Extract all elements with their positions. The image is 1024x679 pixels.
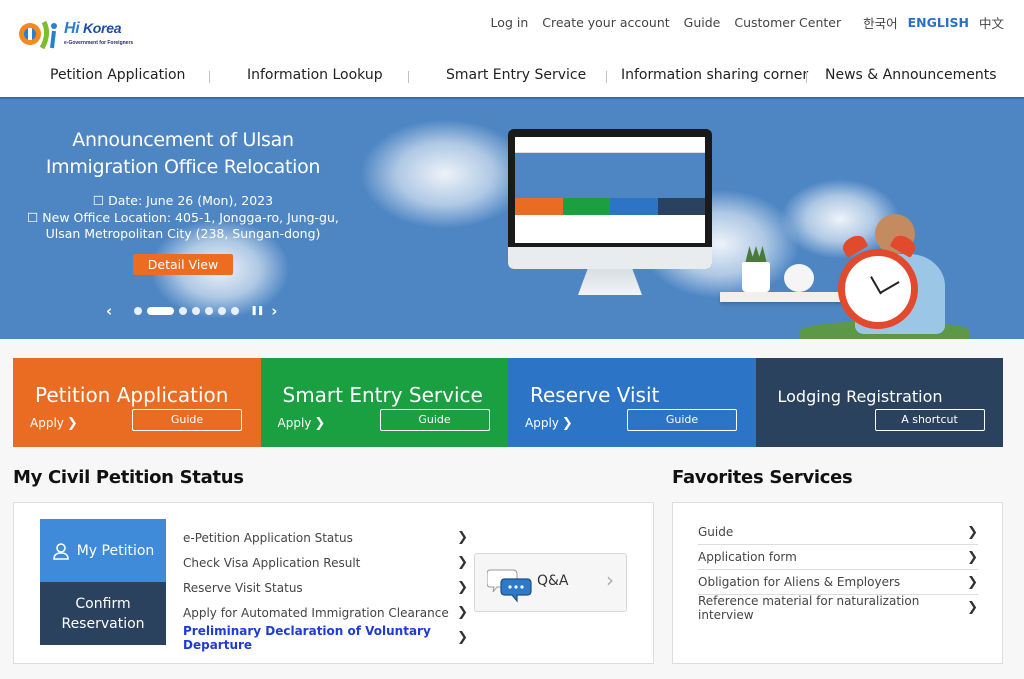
- list-item[interactable]: e-Petition Application Status ❯: [183, 525, 468, 550]
- list-item[interactable]: Reserve Visit Status ❯: [183, 575, 468, 600]
- carousel-dot[interactable]: [179, 307, 188, 315]
- hero-date: ☐ Date: June 26 (Mon), 2023: [92, 193, 274, 208]
- chevron-right-icon: ❯: [457, 605, 468, 620]
- nav-information-sharing[interactable]: Information sharing corner: [621, 67, 808, 83]
- apply-link[interactable]: Apply ❯: [278, 416, 326, 431]
- piggy-bank-illustration: [784, 264, 814, 292]
- guide-button[interactable]: Guide: [132, 409, 242, 431]
- logo-mark-icon: [19, 20, 57, 50]
- lang-korean[interactable]: 한국어: [863, 13, 898, 32]
- guide-button[interactable]: Guide: [379, 409, 490, 431]
- hero-text: Announcement of Ulsan Immigration Office…: [20, 127, 346, 275]
- chevron-right-icon: ❯: [967, 600, 978, 615]
- lang-chinese[interactable]: 中文: [979, 13, 1004, 32]
- favorites-list: Guide ❯ Application form ❯ Obligation for …: [698, 520, 978, 622]
- carousel-dot[interactable]: [231, 307, 240, 315]
- nav-divider: [408, 71, 409, 83]
- chevron-right-icon: ❯: [457, 555, 468, 570]
- site-header: Hi Korea e-Government for Foreigners Log…: [0, 0, 1024, 97]
- create-account-link[interactable]: Create your account: [542, 15, 669, 30]
- logo-tagline: e-Government for Foreigners: [64, 40, 134, 46]
- hero-banner: Announcement of Ulsan Immigration Office…: [0, 97, 1024, 339]
- list-item[interactable]: Obligation for Aliens & Employers ❯: [698, 570, 978, 595]
- shortcut-button[interactable]: A shortcut: [874, 409, 985, 431]
- tile-smart-entry-service: Smart Entry Service Apply ❯ Guide: [260, 358, 508, 447]
- confirm-reservation-button[interactable]: Confirm Reservation: [40, 582, 166, 645]
- login-link[interactable]: Log in: [491, 15, 529, 30]
- customer-center-link[interactable]: Customer Center: [734, 15, 841, 30]
- tile-title[interactable]: Lodging Registration: [778, 387, 943, 406]
- shelf-illustration: [720, 292, 845, 302]
- hero-location-cont: Ulsan Metropolitan City (238, Sungan-don…: [45, 226, 321, 241]
- tile-reserve-visit: Reserve Visit Apply ❯ Guide: [508, 358, 756, 447]
- tile-title[interactable]: Smart Entry Service: [283, 383, 483, 407]
- list-item[interactable]: Application form ❯: [698, 545, 978, 570]
- apply-link[interactable]: Apply ❯: [525, 416, 573, 431]
- nav-divider: [806, 71, 807, 83]
- nav-news-announcements[interactable]: News & Announcements: [825, 67, 997, 83]
- carousel-controls: ‹ ❚❚ ›: [106, 304, 277, 319]
- carousel-dot[interactable]: [218, 307, 227, 315]
- chevron-right-icon: ❯: [457, 630, 468, 645]
- list-item[interactable]: Check Visa Application Result ❯: [183, 550, 468, 575]
- tile-title[interactable]: Reserve Visit: [530, 383, 659, 407]
- chevron-right-icon: ❯: [967, 574, 978, 590]
- carousel-dot[interactable]: [205, 307, 214, 315]
- hikorea-logo[interactable]: Hi Korea e-Government for Foreigners: [18, 16, 133, 52]
- list-item[interactable]: Preliminary Declaration of Voluntary Dep…: [183, 624, 468, 652]
- petition-links-list: e-Petition Application Status ❯ Check Vis…: [183, 525, 468, 652]
- utility-nav: Log in Create your account Guide Custome…: [477, 13, 1004, 32]
- chevron-right-icon: ❯: [967, 524, 978, 540]
- hero-title: Announcement of Ulsan Immigration Office…: [45, 129, 321, 178]
- chevron-right-icon: ❯: [967, 549, 978, 565]
- nav-smart-entry-service[interactable]: Smart Entry Service: [446, 67, 586, 83]
- chevron-right-icon: ❯: [457, 530, 468, 545]
- carousel-dots: [134, 307, 244, 315]
- list-item[interactable]: Guide ❯: [698, 520, 978, 545]
- list-item[interactable]: Apply for Automated Immigration Clearanc…: [183, 600, 468, 625]
- detail-view-button[interactable]: Detail View: [132, 253, 234, 275]
- logo-text: Hi Korea: [64, 20, 122, 37]
- carousel-dot[interactable]: [147, 307, 175, 315]
- tile-petition-application: Petition Application Apply ❯ Guide: [13, 358, 261, 447]
- qa-button[interactable]: Q&A ›: [474, 553, 627, 612]
- tile-title[interactable]: Petition Application: [35, 383, 228, 407]
- chevron-right-icon: ❯: [457, 580, 468, 595]
- quick-service-tiles: Petition Application Apply ❯ Guide Smart …: [13, 358, 1003, 447]
- guide-button[interactable]: Guide: [627, 409, 737, 431]
- nav-divider: [606, 71, 607, 83]
- favorites-title: Favorites Services: [672, 467, 853, 488]
- carousel-dot[interactable]: [192, 307, 201, 315]
- monitor-illustration: [508, 129, 712, 301]
- chevron-right-icon: ›: [606, 568, 614, 592]
- tile-lodging-registration: Lodging Registration A shortcut: [755, 358, 1003, 447]
- nav-petition-application[interactable]: Petition Application: [50, 67, 185, 83]
- pot-illustration: [742, 262, 770, 292]
- hero-location: ☐ New Office Location: 405-1, Jongga-ro,…: [27, 209, 339, 225]
- cloud-decoration: [360, 119, 530, 229]
- apply-link[interactable]: Apply ❯: [30, 416, 78, 431]
- my-petition-button[interactable]: My Petition: [40, 519, 166, 582]
- main-nav: Petition Application Information Lookup …: [0, 62, 1024, 90]
- chevron-left-icon[interactable]: ‹: [106, 304, 112, 319]
- carousel-dot[interactable]: [134, 307, 143, 315]
- list-item[interactable]: Reference material for naturalization in…: [698, 594, 978, 622]
- nav-divider: [209, 71, 210, 83]
- alarm-clock-icon: [838, 249, 918, 329]
- chat-bubbles-icon: [487, 569, 532, 603]
- lang-english[interactable]: ENGLISH: [908, 15, 969, 30]
- user-icon: [52, 542, 69, 560]
- chevron-right-icon[interactable]: ›: [271, 304, 277, 319]
- pause-icon[interactable]: ❚❚: [250, 306, 264, 316]
- petition-status-title: My Civil Petition Status: [13, 467, 244, 488]
- guide-link[interactable]: Guide: [684, 15, 721, 30]
- nav-information-lookup[interactable]: Information Lookup: [247, 67, 383, 83]
